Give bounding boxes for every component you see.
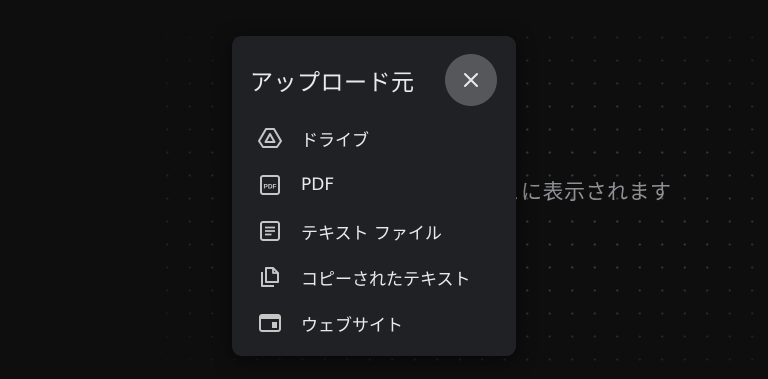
menu-item-website[interactable]: ウェブサイト — [232, 301, 516, 345]
pdf-icon: PDF — [257, 172, 283, 198]
drive-icon — [257, 125, 283, 151]
close-button[interactable] — [445, 54, 497, 106]
menu-item-label: コピーされたテキスト — [301, 269, 471, 290]
upload-source-menu: アップロード元 ドライブ PDF PDF テキスト ファイル コピーされたテキス… — [232, 36, 516, 356]
copy-icon — [257, 264, 283, 290]
app-canvas: ここに表示されます アップロード元 ドライブ PDF PDF テキスト ファイル… — [0, 0, 768, 379]
menu-item-copied-text[interactable]: コピーされたテキスト — [232, 255, 516, 299]
svg-text:PDF: PDF — [264, 184, 277, 191]
menu-item-pdf[interactable]: PDF PDF — [232, 163, 516, 207]
website-icon — [257, 310, 283, 336]
menu-item-label: ドライブ — [301, 130, 369, 151]
menu-item-label: テキスト ファイル — [301, 223, 442, 244]
menu-item-label: PDF — [301, 175, 335, 195]
text-file-icon — [257, 218, 283, 244]
menu-item-text-file[interactable]: テキスト ファイル — [232, 209, 516, 253]
menu-item-label: ウェブサイト — [301, 315, 403, 336]
menu-title: アップロード元 — [250, 70, 415, 96]
close-icon — [462, 71, 480, 89]
menu-item-drive[interactable]: ドライブ — [232, 116, 516, 160]
